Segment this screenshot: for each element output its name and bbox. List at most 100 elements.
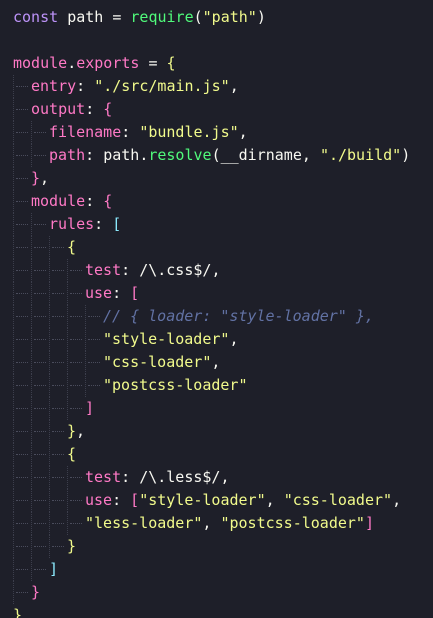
code-line[interactable]: filename: "bundle.js", xyxy=(13,121,433,144)
code-line[interactable]: { xyxy=(13,443,433,466)
indent-guide xyxy=(13,351,31,374)
code-token-property: use xyxy=(85,491,113,509)
code-line[interactable]: "style-loader", xyxy=(13,328,433,351)
code-line[interactable]: path: path. resolve(__dirname, "./build") xyxy=(13,144,433,167)
indent-guide xyxy=(31,144,49,167)
indent-guide xyxy=(31,236,49,259)
code-token-punct: : xyxy=(121,468,140,486)
code-line[interactable]: ] xyxy=(13,397,433,420)
indent-guide xyxy=(13,75,31,98)
code-token-punct: : xyxy=(121,123,140,141)
code-token-brace1: } xyxy=(13,606,23,618)
code-token-property: module xyxy=(31,192,86,210)
code-line[interactable]: } xyxy=(13,581,433,604)
code-line[interactable]: test: /\.less$/, xyxy=(13,466,433,489)
code-token-string: "postcss-loader" xyxy=(220,514,365,532)
code-token-property: path xyxy=(49,146,86,164)
code-token-brace2: [ xyxy=(130,491,140,509)
indent-guide xyxy=(49,466,67,489)
indent-guide xyxy=(13,213,31,236)
code-token-punct: : xyxy=(94,215,113,233)
code-token-string: "css-loader" xyxy=(103,353,212,371)
indent-guide xyxy=(31,213,49,236)
indent-guide xyxy=(49,512,67,535)
code-token-string: "postcss-loader" xyxy=(103,376,248,394)
code-token-string: "bundle.js" xyxy=(139,123,239,141)
code-token-punct: , xyxy=(229,77,239,95)
code-token-comment: // { loader: "style-loader" }, xyxy=(103,307,374,325)
code-line[interactable]: // { loader: "style-loader" }, xyxy=(13,305,433,328)
code-token-variable: path xyxy=(103,146,140,164)
code-token-punct: , xyxy=(220,468,230,486)
indent-guide xyxy=(13,512,31,535)
indent-guide xyxy=(49,443,67,466)
code-token-brace2: ] xyxy=(85,399,95,417)
code-line[interactable]: "less-loader", "postcss-loader"] xyxy=(13,512,433,535)
code-token-string: "./src/main.js" xyxy=(94,77,230,95)
indent-guide xyxy=(67,328,85,351)
indent-guide xyxy=(13,535,31,558)
code-token-property: rules xyxy=(49,215,95,233)
code-token-string: "style-loader" xyxy=(139,491,266,509)
code-line[interactable]: module: { xyxy=(13,190,433,213)
code-line[interactable]: { xyxy=(13,236,433,259)
code-token-punct: , xyxy=(265,491,284,509)
indent-guide xyxy=(31,282,49,305)
code-line[interactable]: test: /\.css$/, xyxy=(13,259,433,282)
code-token-punct: ) xyxy=(256,8,266,26)
code-line[interactable]: "css-loader", xyxy=(13,351,433,374)
code-token-punct: : xyxy=(85,192,104,210)
code-line[interactable]: entry: "./src/main.js", xyxy=(13,75,433,98)
code-line[interactable]: } xyxy=(13,604,433,618)
code-token-punct: . xyxy=(139,146,149,164)
code-token-punct: = xyxy=(139,54,167,72)
code-line[interactable]: const path = require("path") xyxy=(13,6,433,29)
code-line[interactable]: }, xyxy=(13,420,433,443)
indent-guide xyxy=(13,374,31,397)
code-token-punct: : xyxy=(112,491,131,509)
code-token-keyword: const xyxy=(13,8,59,26)
code-token-property: test xyxy=(85,261,122,279)
code-token-punct: , xyxy=(392,491,402,509)
code-line[interactable]: output: { xyxy=(13,98,433,121)
code-line[interactable]: ] xyxy=(13,558,433,581)
code-token-brace1: { xyxy=(166,54,176,72)
code-token-brace2: { xyxy=(103,192,113,210)
indent-guide xyxy=(13,121,31,144)
code-token-punct: , xyxy=(301,146,320,164)
code-token-punct: : xyxy=(76,77,95,95)
code-line[interactable]: "postcss-loader" xyxy=(13,374,433,397)
code-editor[interactable]: const path = require("path") module. expor… xyxy=(0,0,433,618)
indent-guide xyxy=(31,420,49,443)
indent-guide xyxy=(67,397,85,420)
code-token-punct: , xyxy=(211,353,221,371)
indent-guide xyxy=(49,236,67,259)
indent-guide xyxy=(13,328,31,351)
code-token-property: output xyxy=(31,100,86,118)
indent-guide xyxy=(13,144,31,167)
code-token-brace2: } xyxy=(31,583,41,601)
indent-guide xyxy=(13,282,31,305)
code-token-punct: ) xyxy=(401,146,411,164)
code-token-punct: , xyxy=(238,123,248,141)
code-line[interactable]: } xyxy=(13,535,433,558)
code-line[interactable]: rules: [ xyxy=(13,213,433,236)
indent-guide xyxy=(13,397,31,420)
code-token-ws xyxy=(58,6,67,29)
indent-guide xyxy=(49,351,67,374)
indent-guide xyxy=(67,282,85,305)
code-line[interactable]: use: ["style-loader", "css-loader", xyxy=(13,489,433,512)
code-line[interactable]: use: [ xyxy=(13,282,433,305)
code-token-punct: : xyxy=(85,100,104,118)
indent-guide xyxy=(13,558,31,581)
indent-guide xyxy=(85,351,103,374)
indent-guide xyxy=(85,305,103,328)
indent-guide xyxy=(49,282,67,305)
code-token-brace1: { xyxy=(67,238,77,256)
code-token-punct: ( xyxy=(211,146,221,164)
code-line[interactable]: module. exports = { xyxy=(13,52,433,75)
code-token-brace1: } xyxy=(67,422,77,440)
code-line[interactable]: }, xyxy=(13,167,433,190)
code-line[interactable] xyxy=(13,29,433,52)
indent-guide xyxy=(31,489,49,512)
